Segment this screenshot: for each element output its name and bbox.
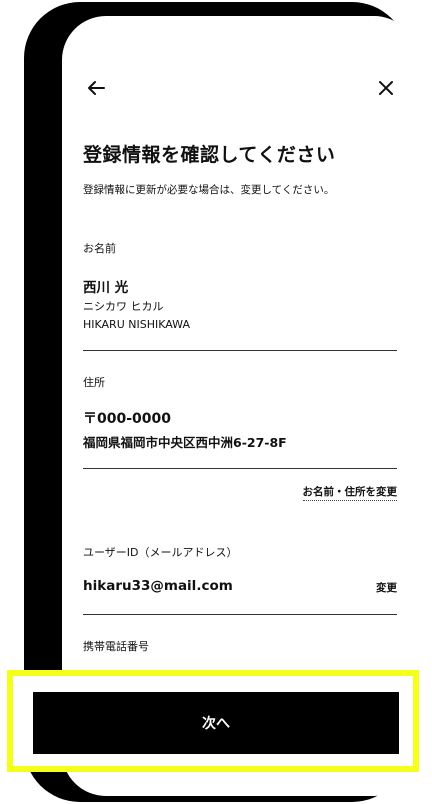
email-divider <box>83 614 397 615</box>
name-label: お名前 <box>83 242 116 255</box>
next-button[interactable]: 次へ <box>33 692 399 754</box>
postal-code: 〒000-0000 <box>83 411 171 427</box>
address-divider <box>83 468 397 469</box>
name-divider <box>83 350 397 351</box>
stage: 登録情報を確認してください 登録情報に更新が必要な場合は、変更してください。 お… <box>0 0 432 804</box>
phone-label: 携帯電話番号 <box>83 640 149 653</box>
email-value: hikaru33@mail.com <box>83 578 233 594</box>
name-katakana: ニシカワ ヒカル <box>83 300 164 313</box>
close-icon[interactable] <box>372 74 400 102</box>
page-subtitle: 登録情報に更新が必要な場合は、変更してください。 <box>83 184 335 196</box>
name-romaji: HIKARU NISHIKAWA <box>83 318 190 331</box>
address-label: 住所 <box>83 376 105 389</box>
user-id-label: ユーザーID（メールアドレス） <box>83 546 238 559</box>
change-name-address-link[interactable]: お名前・住所を変更 <box>302 484 397 501</box>
address-text: 福岡県福岡市中央区西中洲6-27-8F <box>83 435 287 450</box>
change-email-link[interactable]: 変更 <box>376 580 397 595</box>
name-kanji: 西川 光 <box>83 280 129 296</box>
change-name-address-label: お名前・住所を変更 <box>302 486 397 501</box>
page-title: 登録情報を確認してください <box>83 144 336 166</box>
arrow-left-icon[interactable] <box>82 74 110 102</box>
